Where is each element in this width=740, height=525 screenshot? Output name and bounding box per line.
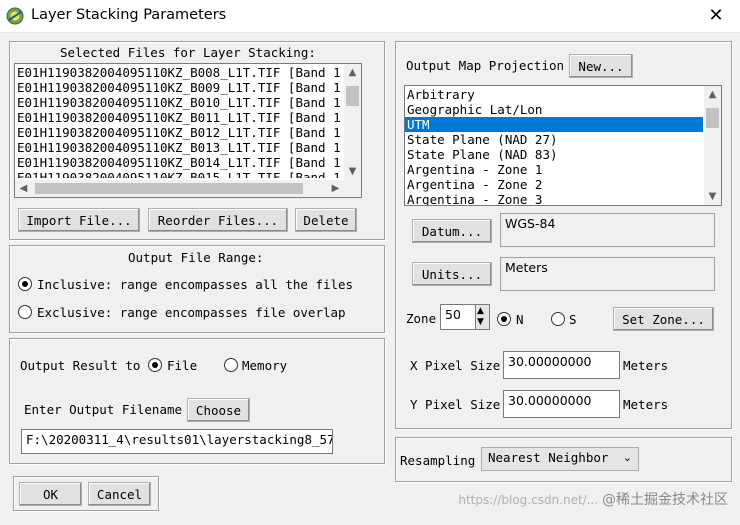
file-list-vscroll-thumb[interactable] [346, 86, 359, 106]
zone-label: Zone [406, 311, 437, 326]
watermark: https://blog.csdn.net/... @稀土掘金技术社区 [458, 489, 728, 509]
selected-files-list[interactable]: E01H1190382004095110KZ_B008_L1T.TIF [Ban… [14, 63, 362, 198]
output-filename-label: Enter Output Filename [24, 402, 183, 417]
file-list-hscroll-thumb[interactable] [35, 183, 303, 194]
file-list-hscrollbar[interactable]: ◀ ▶ [15, 180, 361, 197]
output-file-range-heading: Output File Range: [128, 250, 264, 265]
y-pixel-size-units: Meters [623, 397, 669, 412]
file-list-item[interactable]: E01H1190382004095110KZ_B009_L1T.TIF [Ban… [15, 80, 345, 95]
units-value: Meters [500, 257, 715, 291]
import-file-button[interactable]: Import File... [18, 208, 140, 232]
resampling-select[interactable]: Nearest Neighbor ⌄ [481, 447, 639, 471]
resampling-selected-value: Nearest Neighbor [488, 450, 609, 465]
projection-list-item[interactable]: Arbitrary [405, 87, 703, 102]
scroll-down-icon[interactable]: ▼ [344, 163, 361, 180]
file-list-item[interactable]: E01H1190382004095110KZ_B014_L1T.TIF [Ban… [15, 155, 345, 170]
ok-button[interactable]: OK [19, 482, 82, 506]
x-pixel-size-input[interactable]: 30.00000000 [503, 351, 620, 379]
datum-button[interactable]: Datum... [412, 219, 492, 243]
spin-up-icon[interactable]: ▲ [477, 306, 484, 317]
cancel-button[interactable]: Cancel [88, 482, 151, 506]
watermark-brand: @稀土掘金技术社区 [602, 492, 728, 508]
resampling-label: Resampling [400, 453, 476, 468]
output-filename-input[interactable]: F:\20200311_4\results01\layerstacking8_5… [21, 429, 333, 454]
output-result-label: Output Result to [20, 358, 141, 373]
projection-list-item[interactable]: State Plane (NAD 83) [405, 147, 703, 162]
close-icon[interactable]: ✕ [706, 6, 726, 26]
output-file-label[interactable]: File [167, 358, 197, 373]
file-list-item[interactable]: E01H1190382004095110KZ_B013_L1T.TIF [Ban… [15, 140, 345, 155]
projection-list-vscrollbar[interactable]: ▲ ▼ [704, 86, 721, 205]
scroll-down-icon[interactable]: ▼ [704, 188, 721, 205]
inclusive-radio[interactable] [18, 277, 32, 291]
scroll-right-icon[interactable]: ▶ [327, 180, 344, 197]
output-memory-radio[interactable] [224, 358, 238, 372]
projection-list-vscroll-thumb[interactable] [706, 108, 719, 128]
file-list-vscrollbar[interactable]: ▲ ▼ [344, 64, 361, 180]
y-pixel-size-input[interactable]: 30.00000000 [503, 390, 620, 418]
output-map-projection-label: Output Map Projection [406, 58, 565, 73]
projection-list-item[interactable]: Geographic Lat/Lon [405, 102, 703, 117]
title-bar: Layer Stacking Parameters ✕ [0, 0, 740, 33]
file-list-item[interactable]: E01H1190382004095110KZ_B012_L1T.TIF [Ban… [15, 125, 345, 140]
projection-list-item-selected[interactable]: UTM [405, 117, 703, 132]
north-label[interactable]: N [516, 312, 524, 327]
file-list-item[interactable]: E01H1190382004095110KZ_B008_L1T.TIF [Ban… [15, 65, 345, 80]
scroll-up-icon[interactable]: ▲ [704, 86, 721, 103]
new-projection-button[interactable]: New... [569, 54, 633, 78]
window-title: Layer Stacking Parameters [31, 7, 227, 23]
south-label[interactable]: S [569, 312, 577, 327]
output-memory-label[interactable]: Memory [242, 358, 287, 373]
file-list-item[interactable]: E01H1190382004095110KZ_B011_L1T.TIF [Ban… [15, 110, 345, 125]
watermark-url: https://blog.csdn.net/... [458, 493, 599, 507]
inclusive-label[interactable]: Inclusive: range encompasses all the fil… [37, 277, 353, 292]
datum-value: WGS-84 [500, 213, 715, 247]
output-file-radio[interactable] [148, 358, 162, 372]
projection-list-item[interactable]: Argentina - Zone 1 [405, 162, 703, 177]
zone-input[interactable]: 50 [440, 304, 476, 330]
units-button[interactable]: Units... [412, 262, 492, 286]
exclusive-label[interactable]: Exclusive: range encompasses file overla… [37, 305, 346, 320]
north-radio[interactable] [497, 312, 511, 326]
south-radio[interactable] [551, 312, 565, 326]
choose-button[interactable]: Choose [187, 398, 250, 422]
spin-down-icon[interactable]: ▼ [477, 317, 484, 328]
selected-files-heading: Selected Files for Layer Stacking: [60, 45, 316, 60]
file-list-item[interactable]: E01H1190382004095110KZ_B010_L1T.TIF [Ban… [15, 95, 345, 110]
scroll-left-icon[interactable]: ◀ [15, 180, 32, 197]
set-zone-button[interactable]: Set Zone... [613, 307, 714, 331]
file-list-item[interactable]: E01H1190382004095110KZ_B015_L1T.TIF [Ban… [15, 170, 345, 178]
envi-app-icon [6, 7, 24, 25]
projection-list-item[interactable]: State Plane (NAD 27) [405, 132, 703, 147]
x-pixel-size-label: X Pixel Size [410, 358, 501, 373]
reorder-files-button[interactable]: Reorder Files... [148, 208, 288, 232]
chevron-down-icon: ⌄ [622, 451, 632, 464]
x-pixel-size-units: Meters [623, 358, 669, 373]
scroll-up-icon[interactable]: ▲ [344, 64, 361, 81]
zone-spinner[interactable]: ▲ ▼ [475, 304, 490, 330]
delete-button[interactable]: Delete [295, 208, 357, 232]
projection-list[interactable]: Arbitrary Geographic Lat/Lon UTM State P… [404, 85, 722, 206]
exclusive-radio[interactable] [18, 305, 32, 319]
projection-list-item[interactable]: Argentina - Zone 2 [405, 177, 703, 192]
projection-list-item[interactable]: Argentina - Zone 3 [405, 192, 703, 205]
y-pixel-size-label: Y Pixel Size [410, 397, 501, 412]
